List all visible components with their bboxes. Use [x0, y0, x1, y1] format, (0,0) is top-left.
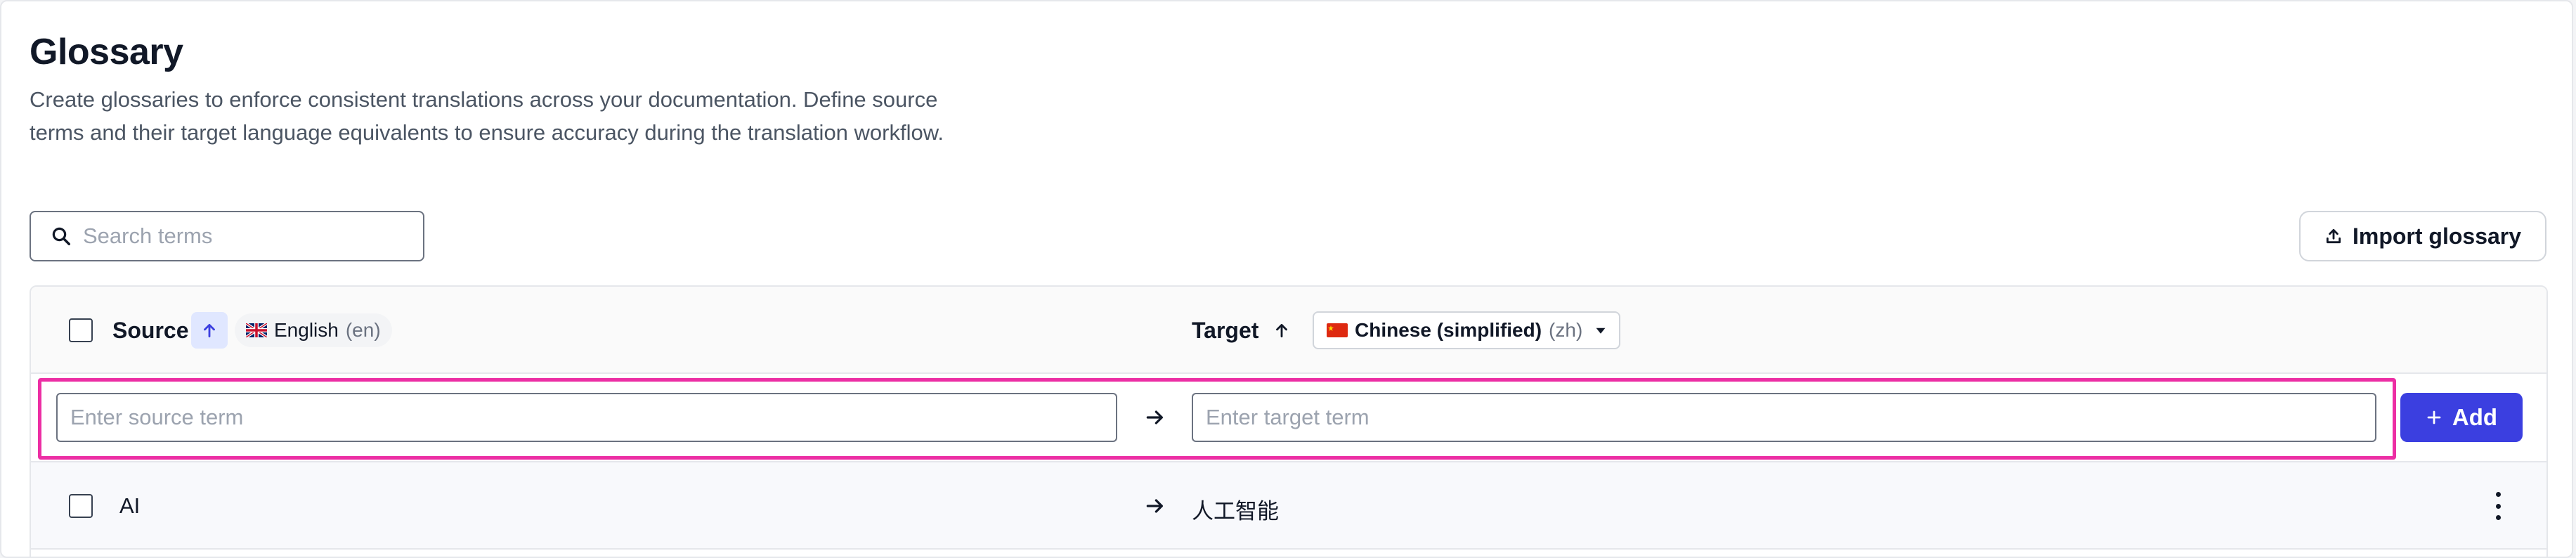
add-term-button[interactable]: Add	[2400, 393, 2523, 442]
row-checkbox[interactable]	[69, 494, 93, 518]
search-icon	[52, 227, 70, 245]
target-language-name: Chinese (simplified)	[1355, 319, 1542, 341]
select-all-checkbox[interactable]	[69, 318, 93, 342]
table-row: AI 人工智能	[31, 462, 2546, 550]
target-language-code: (zh)	[1549, 319, 1583, 341]
source-language-code: (en)	[345, 319, 381, 341]
source-language-badge: English (en)	[235, 313, 392, 347]
source-column-header: Source	[112, 318, 189, 343]
arrow-right-icon	[1146, 410, 1163, 424]
source-sort-button[interactable]	[191, 312, 228, 349]
import-glossary-button[interactable]: Import glossary	[2299, 211, 2546, 261]
arrow-right-icon	[1146, 499, 1163, 513]
add-term-label: Add	[2452, 404, 2498, 430]
glossary-table: Source English (en) Target Chinese (simp…	[30, 285, 2548, 557]
arrow-up-icon	[204, 324, 215, 338]
target-term-input[interactable]	[1192, 393, 2376, 442]
glossary-panel: Glossary Create glossaries to enforce co…	[0, 0, 2573, 558]
target-language-select[interactable]: Chinese (simplified) (zh)	[1313, 311, 1621, 349]
target-term-cell: 人工智能	[1192, 499, 1279, 524]
search-input[interactable]	[83, 223, 413, 249]
page-title: Glossary	[30, 32, 183, 72]
china-flag-icon	[1327, 323, 1348, 337]
page-description: Create glossaries to enforce consistent …	[30, 87, 944, 145]
source-language-name: English	[274, 319, 339, 341]
uk-flag-icon	[246, 323, 267, 337]
source-term-input[interactable]	[56, 393, 1117, 442]
search-box[interactable]	[30, 211, 424, 261]
caret-down-icon	[1596, 327, 1606, 334]
plus-icon	[2427, 410, 2441, 424]
arrow-up-icon	[1276, 324, 1287, 338]
target-column-header: Target	[1192, 318, 1259, 343]
source-term-cell: AI	[119, 493, 141, 518]
import-glossary-label: Import glossary	[2352, 223, 2522, 249]
target-sort-button[interactable]	[1263, 312, 1300, 349]
row-more-options-icon[interactable]	[2494, 492, 2502, 520]
table-header-row: Source English (en) Target Chinese (simp…	[31, 287, 2546, 374]
new-term-row: Add	[31, 374, 2546, 462]
upload-icon	[2326, 228, 2341, 244]
